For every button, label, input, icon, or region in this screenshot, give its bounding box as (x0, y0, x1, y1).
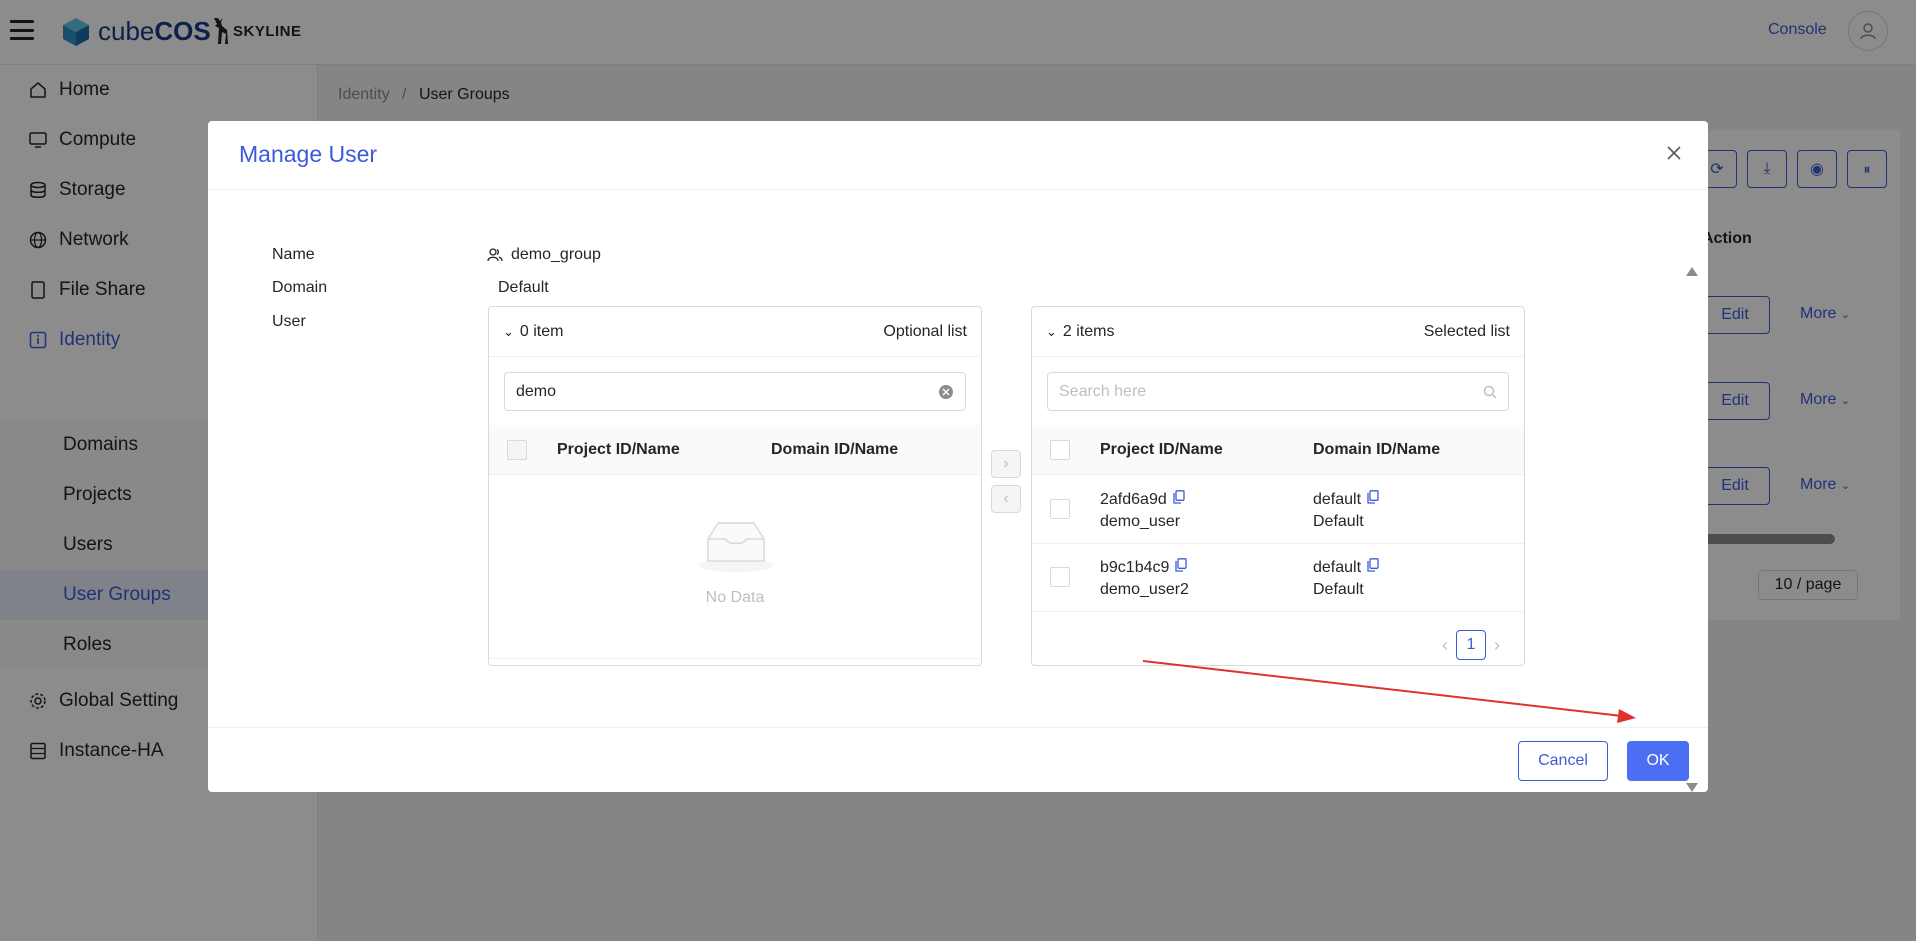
manage-user-modal: Manage User Name demo_group Domain Defau… (208, 121, 1708, 792)
search-value: demo (516, 382, 557, 400)
move-right-button[interactable]: › (991, 450, 1021, 478)
chevron-right-icon: › (1003, 455, 1009, 472)
item-count: 0 item (519, 322, 564, 340)
optional-list-header: ⌄ 0 item Optional list (489, 307, 981, 357)
next-page-icon[interactable]: › (1494, 635, 1500, 656)
optional-list-title: Optional list (883, 322, 967, 340)
selected-list-count[interactable]: ⌄ 2 items (1046, 323, 1114, 341)
scroll-up-arrow[interactable] (1686, 267, 1698, 276)
user-name: demo_user2 (1100, 581, 1189, 598)
chevron-left-icon: ‹ (1003, 490, 1009, 507)
prev-page-icon[interactable]: ‹ (1442, 635, 1448, 656)
selected-list-search-input[interactable]: Search here (1047, 372, 1509, 411)
column-header-domain: Domain ID/Name (771, 441, 899, 458)
domain-name: Default (1313, 581, 1364, 598)
row-checkbox[interactable] (1050, 567, 1070, 587)
table-row[interactable]: b9c1b4c9 demo_user2 default Default (1032, 544, 1524, 612)
optional-list-count[interactable]: ⌄ 0 item (503, 323, 563, 341)
selected-list-header: ⌄ 2 items Selected list (1032, 307, 1524, 357)
current-page[interactable]: 1 (1456, 630, 1486, 660)
user-id: 2afd6a9d (1100, 490, 1167, 508)
optional-list-table-header: Project ID/Name Domain ID/Name (489, 425, 981, 475)
modal-header: Manage User (208, 121, 1708, 190)
optional-list-search-input[interactable]: demo (504, 372, 966, 411)
move-left-button[interactable]: ‹ (991, 485, 1021, 513)
name-label: Name (272, 246, 315, 263)
domain-id: default (1313, 558, 1362, 576)
chevron-down-icon: ⌄ (503, 323, 514, 339)
cancel-button[interactable]: Cancel (1518, 741, 1608, 781)
column-header-project: Project ID/Name (557, 441, 680, 458)
optional-list-panel: ⌄ 0 item Optional list demo Project ID/N… (488, 306, 982, 666)
domain-id-cell: default (1313, 490, 1379, 509)
domain-id: default (1313, 490, 1362, 508)
column-header-domain: Domain ID/Name (1313, 441, 1441, 458)
domain-value: Default (498, 279, 549, 296)
row-checkbox[interactable] (1050, 499, 1070, 519)
user-name: demo_user (1100, 513, 1181, 530)
close-button[interactable] (1662, 141, 1686, 165)
user-id-cell: b9c1b4c9 (1100, 558, 1188, 577)
copy-icon[interactable] (1173, 490, 1185, 509)
ok-button[interactable]: OK (1627, 741, 1689, 781)
empty-text: No Data (705, 589, 765, 606)
domain-name: Default (1313, 513, 1364, 530)
close-icon (1667, 146, 1681, 160)
clear-icon[interactable] (938, 384, 954, 400)
selected-list-title: Selected list (1423, 322, 1510, 340)
group-icon (487, 248, 503, 262)
empty-inbox-icon (696, 517, 776, 578)
modal-title: Manage User (239, 141, 378, 167)
pagination: ‹ 1 › (1442, 630, 1500, 660)
user-id-cell: 2afd6a9d (1100, 490, 1185, 509)
column-header-project: Project ID/Name (1100, 441, 1223, 458)
item-count: 2 items (1062, 322, 1115, 340)
select-all-checkbox[interactable] (507, 440, 527, 460)
copy-icon[interactable] (1175, 558, 1188, 577)
group-name: demo_group (511, 246, 601, 263)
table-row[interactable]: 2afd6a9d demo_user default Default (1032, 476, 1524, 544)
select-all-checkbox[interactable] (1050, 440, 1070, 460)
domain-label: Domain (272, 279, 328, 296)
selected-list-panel: ⌄ 2 items Selected list Search here Proj… (1031, 306, 1525, 666)
search-placeholder: Search here (1059, 382, 1147, 400)
copy-icon[interactable] (1367, 490, 1379, 509)
modal-body: Name demo_group Domain Default User ⌄ 0 … (208, 191, 1708, 792)
copy-icon[interactable] (1367, 558, 1379, 577)
selected-list-table-header: Project ID/Name Domain ID/Name (1032, 425, 1524, 475)
user-label: User (272, 313, 306, 330)
modal-footer (208, 727, 1708, 792)
domain-id-cell: default (1313, 558, 1379, 577)
name-value: demo_group (487, 246, 601, 264)
user-id: b9c1b4c9 (1100, 558, 1170, 576)
search-icon (1483, 385, 1497, 399)
chevron-down-icon: ⌄ (1046, 323, 1057, 339)
divider (489, 658, 981, 659)
